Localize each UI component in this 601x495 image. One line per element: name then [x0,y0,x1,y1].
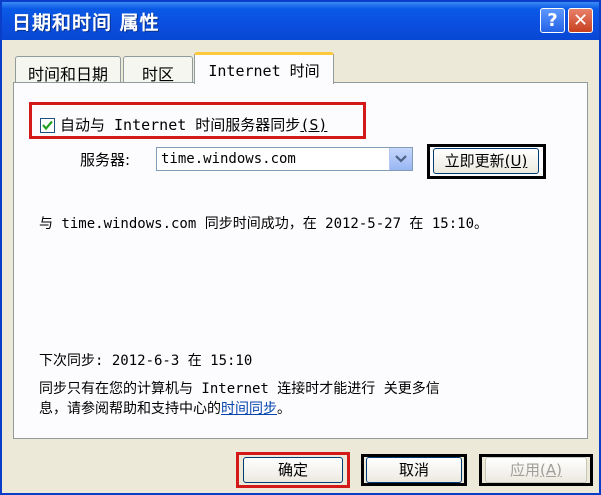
apply-button[interactable]: 应用(A) [485,457,587,483]
tab-time-zone[interactable]: 时区 [123,56,193,84]
auto-sync-label[interactable]: 自动与 Internet 时间服务器同步(S) [60,114,327,135]
info-text-line1: 同步只有在您的计算机与 Internet 连接时才能进行 关更多信 [39,381,440,397]
server-value: time.windows.com [161,151,296,167]
time-sync-link[interactable]: 时间同步 [221,401,277,417]
dialog-window: 日期和时间 属性 ? ✕ 时间和日期 时区 Internet 时间 自动与 In… [0,0,601,495]
update-now-button[interactable]: 立即更新(U) [433,148,539,174]
dropdown-button[interactable] [389,148,412,170]
tab-time-and-date[interactable]: 时间和日期 [15,56,121,84]
ok-button[interactable]: 确定 [243,457,343,483]
close-icon: ✕ [572,10,589,31]
info-text-line2: 息，请参阅帮助和支持中心的时间同步。 [39,401,291,417]
server-label: 服务器: [80,151,131,169]
tab-internet-time[interactable]: Internet 时间 [194,52,334,84]
help-icon: ? [547,10,558,31]
server-select[interactable]: time.windows.com [156,147,413,171]
next-sync-text: 下次同步: 2012-6-3 在 15:10 [39,353,253,369]
window-title: 日期和时间 属性 [12,12,160,34]
tab-label: Internet 时间 [208,62,320,80]
cancel-button[interactable]: 取消 [366,457,462,483]
chevron-down-icon [395,155,407,163]
checkmark-icon [42,120,53,131]
close-button[interactable]: ✕ [568,8,593,33]
auto-sync-checkbox[interactable] [40,118,55,133]
help-button[interactable]: ? [540,8,565,33]
title-bar[interactable]: 日期和时间 属性 ? ✕ [2,2,599,40]
sync-status-message: 与 time.windows.com 同步时间成功，在 2012-5-27 在 … [39,216,489,232]
